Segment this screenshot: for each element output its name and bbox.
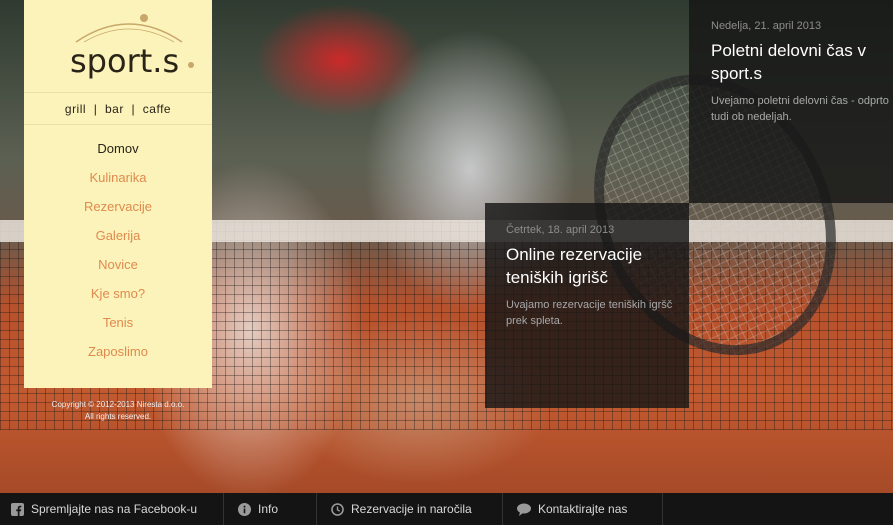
copyright-line: Copyright © 2012-2013 Niresta d.o.o. bbox=[51, 400, 185, 409]
news-text: Uvejamo poletni delovni čas - odprto tud… bbox=[711, 95, 889, 123]
news-date: Četrtek, 18. april 2013 bbox=[506, 224, 615, 236]
logo-arc-icon bbox=[75, 14, 183, 43]
clock-icon bbox=[331, 502, 344, 516]
facebook-label: Spremljajte nas na Facebook-u bbox=[31, 502, 198, 516]
nav-item-zaposlimo[interactable]: Zaposlimo bbox=[24, 337, 212, 366]
logo-text: sport.s bbox=[70, 42, 180, 80]
logo[interactable]: sport.s bbox=[24, 0, 212, 92]
nav-item-tenis[interactable]: Tenis bbox=[24, 308, 212, 337]
info-link[interactable]: Info bbox=[224, 493, 317, 525]
reservations-link[interactable]: Rezervacije in naročila bbox=[317, 493, 503, 525]
rights-line: All rights reserved. bbox=[84, 412, 152, 421]
facebook-link[interactable]: Spremljajte nas na Facebook-u bbox=[0, 493, 224, 525]
tagline: grill | bar | caffe bbox=[24, 92, 212, 125]
news-date: Nedelja, 21. april 2013 bbox=[711, 20, 822, 32]
copyright: Copyright © 2012-2013 Niresta d.o.o. All… bbox=[24, 399, 212, 423]
info-label: Info bbox=[258, 502, 279, 516]
nav-item-novice[interactable]: Novice bbox=[24, 250, 212, 279]
reservations-label: Rezervacije in naročila bbox=[351, 502, 472, 516]
nav-item-domov[interactable]: Domov bbox=[24, 134, 212, 163]
nav-item-rezervacije[interactable]: Rezervacije bbox=[24, 192, 212, 221]
speech-bubble-icon bbox=[517, 503, 531, 516]
news-panel[interactable]: Četrtek, 18. april 2013 Online rezervaci… bbox=[485, 203, 689, 408]
nav-item-galerija[interactable]: Galerija bbox=[24, 221, 212, 250]
news-text: Uvajamo rezervacije teniških igršč prek … bbox=[506, 299, 673, 327]
news-title[interactable]: Poletni delovni čas v sport.s bbox=[711, 39, 893, 85]
contact-link[interactable]: Kontaktirajte nas bbox=[503, 493, 663, 525]
main-nav: Domov Kulinarika Rezervacije Galerija No… bbox=[24, 134, 212, 366]
news-panel[interactable]: Nedelja, 21. april 2013 Poletni delovni … bbox=[689, 0, 893, 203]
contact-label: Kontaktirajte nas bbox=[538, 502, 628, 516]
nav-item-kulinarika[interactable]: Kulinarika bbox=[24, 163, 212, 192]
info-icon bbox=[238, 502, 251, 516]
news-title[interactable]: Online rezervacije teniških igrišč bbox=[506, 243, 689, 289]
logo-dot bbox=[188, 62, 194, 68]
nav-item-kje-smo[interactable]: Kje smo? bbox=[24, 279, 212, 308]
footer-bar: Spremljajte nas na Facebook-u Info Rezer… bbox=[0, 493, 893, 525]
facebook-icon bbox=[11, 502, 24, 516]
sidebar: sport.s grill | bar | caffe Domov Kulina… bbox=[24, 0, 212, 388]
